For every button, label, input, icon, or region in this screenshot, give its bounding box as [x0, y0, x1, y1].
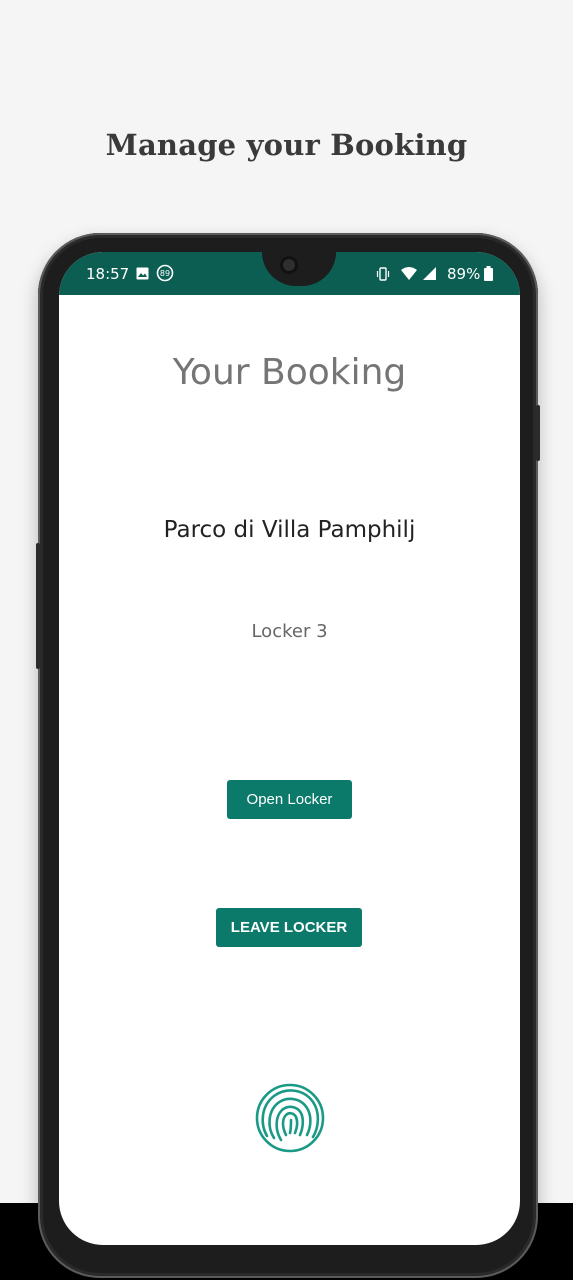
camera-notch [262, 252, 336, 286]
power-button [536, 405, 540, 461]
image-icon [136, 267, 149, 280]
locker-number: Locker 3 [251, 621, 328, 642]
phone-screen: 18:57 89 89% Your Booking Parco di Villa… [59, 252, 520, 1245]
status-bar: 18:57 89 89% [59, 252, 520, 295]
page-headline: Manage your Booking [105, 128, 468, 162]
volume-button [36, 543, 40, 669]
leave-locker-button[interactable]: LEAVE LOCKER [216, 908, 362, 947]
fingerprint-icon[interactable] [253, 1081, 327, 1155]
booking-location: Parco di Villa Pamphilj [163, 517, 416, 543]
front-camera [280, 256, 298, 274]
signal-icon [423, 267, 436, 280]
battery-percentage: 89% [447, 265, 481, 283]
screen-title: Your Booking [172, 352, 407, 393]
wifi-icon [401, 267, 417, 280]
notification-badge-icon: 89 [156, 264, 174, 282]
status-time: 18:57 [86, 265, 130, 283]
vibrate-icon [376, 267, 390, 281]
badge-count: 89 [160, 269, 170, 278]
open-locker-button[interactable]: Open Locker [227, 780, 352, 819]
battery-icon [484, 266, 493, 281]
